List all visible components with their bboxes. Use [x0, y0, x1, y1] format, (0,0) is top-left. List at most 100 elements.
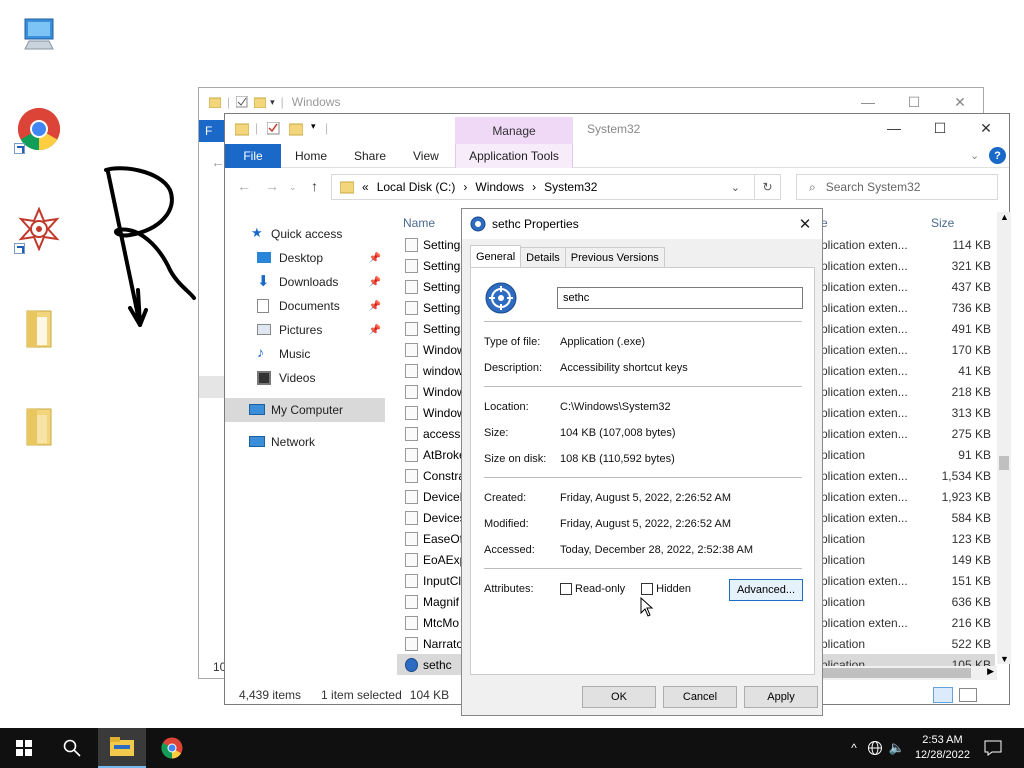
folder-desktop-icon[interactable]: [14, 304, 64, 354]
file-row[interactable]: Windows: [397, 402, 462, 423]
hidden-checkbox[interactable]: Hidden: [641, 583, 691, 595]
file-details-row[interactable]: plication 123 KB: [821, 528, 995, 549]
address-dropdown-icon[interactable]: ⌄: [731, 181, 740, 194]
file-row[interactable]: accessib: [397, 423, 462, 444]
file-details-row[interactable]: plication exten... 736 KB: [821, 297, 995, 318]
nav-my-computer[interactable]: My Computer: [225, 398, 385, 422]
show-hidden-icons-icon[interactable]: ^: [851, 741, 857, 755]
details-view-icon[interactable]: [933, 687, 953, 703]
address-bar[interactable]: « Local Disk (C:) › Windows › System32 ⌄: [331, 174, 755, 200]
file-row[interactable]: Constrai: [397, 465, 462, 486]
file-details-row[interactable]: plication 636 KB: [821, 591, 995, 612]
advanced-button[interactable]: Advanced...: [729, 579, 803, 601]
notifications-icon[interactable]: [984, 740, 1002, 756]
nav-network[interactable]: Network: [225, 430, 385, 454]
large-icons-view-icon[interactable]: [959, 688, 977, 702]
close-button[interactable]: ✕: [937, 88, 983, 116]
column-header-type[interactable]: e: [821, 216, 921, 230]
file-row[interactable]: EoAExp: [397, 549, 462, 570]
chrome-desktop-icon[interactable]: [14, 104, 64, 154]
start-button[interactable]: [0, 728, 48, 768]
checkbox-box[interactable]: [560, 583, 572, 595]
file-details-row[interactable]: plication exten... 584 KB: [821, 507, 995, 528]
tab-file[interactable]: File: [225, 144, 281, 168]
file-row[interactable]: Settings: [397, 318, 462, 339]
breadcrumb-windows[interactable]: Windows: [475, 180, 524, 194]
file-details-row[interactable]: plication 522 KB: [821, 633, 995, 654]
app-shortcut-icon[interactable]: [14, 204, 64, 254]
nav-documents[interactable]: Documents 📌: [225, 294, 385, 318]
recent-locations-icon[interactable]: ⌄: [289, 182, 297, 193]
file-row[interactable]: Magnif: [397, 591, 462, 612]
scroll-down-icon[interactable]: ▼: [1000, 654, 1009, 664]
clock[interactable]: 2:53 AM 12/28/2022: [915, 733, 970, 763]
ok-button[interactable]: OK: [582, 686, 656, 708]
scroll-thumb[interactable]: [821, 668, 971, 678]
horizontal-scrollbar[interactable]: ▶: [821, 666, 997, 680]
maximize-button[interactable]: ☐: [891, 88, 937, 116]
tab-share[interactable]: Share: [354, 144, 386, 168]
file-row[interactable]: MtcMo: [397, 612, 462, 633]
file-details-row[interactable]: plication exten... 1,534 KB: [821, 465, 995, 486]
tab-general[interactable]: General: [470, 245, 522, 267]
file-row[interactable]: Settings: [397, 255, 462, 276]
chrome-taskbar-button[interactable]: [148, 728, 196, 768]
search-button[interactable]: [48, 728, 96, 768]
file-row[interactable]: Devices: [397, 507, 462, 528]
file-details-row[interactable]: plication exten... 218 KB: [821, 381, 995, 402]
folder-desktop-icon[interactable]: [14, 402, 64, 452]
back-file-tab[interactable]: F: [199, 120, 225, 142]
file-details-row[interactable]: plication exten... 170 KB: [821, 339, 995, 360]
file-details-row[interactable]: plication exten... 114 KB: [821, 234, 995, 255]
file-row[interactable]: EaseOfA: [397, 528, 462, 549]
this-pc-icon[interactable]: [14, 10, 64, 60]
volume-icon[interactable]: 🔈: [889, 740, 905, 756]
breadcrumb-system32[interactable]: System32: [544, 180, 597, 194]
file-row[interactable]: Windows: [397, 381, 462, 402]
file-details-row[interactable]: plication exten... 41 KB: [821, 360, 995, 381]
file-row[interactable]: windows: [397, 360, 462, 381]
file-details-row[interactable]: plication exten... 151 KB: [821, 570, 995, 591]
properties-icon[interactable]: [267, 122, 280, 135]
new-folder-icon[interactable]: [289, 122, 303, 136]
scroll-thumb[interactable]: [999, 456, 1009, 470]
checkbox-box[interactable]: [641, 583, 654, 595]
file-row[interactable]: DeviceF: [397, 486, 462, 507]
column-header-name[interactable]: Name: [397, 212, 462, 234]
back-arrow-icon[interactable]: ←: [211, 154, 225, 170]
tab-details[interactable]: Details: [520, 247, 566, 267]
minimize-button[interactable]: —: [845, 88, 891, 116]
tab-view[interactable]: View: [413, 144, 439, 168]
apply-button[interactable]: Apply: [744, 686, 818, 708]
back-arrow-icon[interactable]: ←: [237, 178, 251, 194]
file-row[interactable]: AtBroke: [397, 444, 462, 465]
file-row[interactable]: Settings: [397, 297, 462, 318]
file-row[interactable]: sethc: [397, 654, 462, 675]
vertical-scrollbar[interactable]: ▲ ▼: [997, 212, 1011, 664]
network-globe-icon[interactable]: [867, 740, 883, 756]
nav-quick-access[interactable]: ★ Quick access: [225, 222, 385, 246]
up-arrow-icon[interactable]: ↑: [311, 178, 318, 194]
file-details-row[interactable]: plication exten... 491 KB: [821, 318, 995, 339]
help-icon[interactable]: ?: [989, 147, 1006, 164]
properties-dialog[interactable]: sethc Properties ✕ General Details Previ…: [461, 208, 823, 716]
tab-home[interactable]: Home: [295, 144, 327, 168]
file-details-row[interactable]: plication exten... 1,923 KB: [821, 486, 995, 507]
file-row[interactable]: Settings: [397, 276, 462, 297]
readonly-checkbox[interactable]: Read-only: [560, 583, 625, 595]
file-details-row[interactable]: plication 149 KB: [821, 549, 995, 570]
search-input[interactable]: ⌕ Search System32: [796, 174, 998, 200]
file-details-row[interactable]: plication exten... 321 KB: [821, 255, 995, 276]
close-button[interactable]: ✕: [963, 114, 1009, 142]
file-row[interactable]: Settings: [397, 234, 462, 255]
forward-arrow-icon[interactable]: →: [265, 178, 279, 194]
file-explorer-taskbar-button[interactable]: [98, 728, 146, 768]
file-row[interactable]: Windows: [397, 339, 462, 360]
file-details-row[interactable]: plication exten... 437 KB: [821, 276, 995, 297]
dialog-close-button[interactable]: ✕: [794, 214, 816, 234]
ribbon-expand-icon[interactable]: ⌄: [970, 149, 979, 162]
file-details-row[interactable]: plication exten... 275 KB: [821, 423, 995, 444]
nav-videos[interactable]: Videos: [225, 366, 385, 390]
breadcrumb-local-disk[interactable]: Local Disk (C:): [377, 180, 456, 194]
maximize-button[interactable]: ☐: [917, 114, 963, 142]
